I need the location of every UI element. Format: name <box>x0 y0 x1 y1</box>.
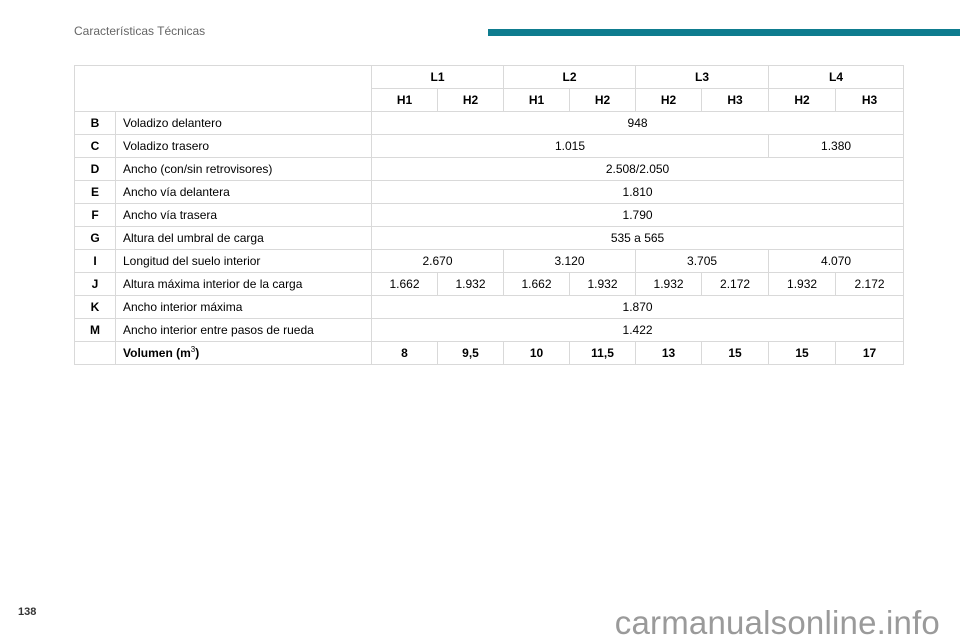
height-header-cell: H2 <box>635 88 703 112</box>
table-row: C Voladizo trasero 1.015 1.380 <box>74 134 905 158</box>
dimension-label: Ancho vía delantera <box>115 180 372 204</box>
dimension-value: 2.670 <box>370 249 505 273</box>
table-row: J Altura máxima interior de la carga 1.6… <box>74 272 905 296</box>
dimension-code: D <box>74 157 116 181</box>
page-number: 138 <box>18 606 37 618</box>
dimension-value: 1.662 <box>371 272 438 296</box>
volume-value: 11,5 <box>569 341 637 365</box>
dimension-value: 1.932 <box>635 272 703 296</box>
volume-value: 8 <box>371 341 438 365</box>
height-header-cell: H2 <box>569 88 637 112</box>
volume-value: 9,5 <box>436 341 505 365</box>
table-row: B Voladizo delantero 948 <box>74 111 905 135</box>
dimension-code: M <box>74 318 116 342</box>
dimension-value: 1.870 <box>370 295 905 319</box>
volume-code-blank <box>74 341 116 365</box>
table-row: E Ancho vía delantera 1.810 <box>74 180 905 204</box>
volume-label-close: ) <box>195 346 200 360</box>
height-header-cell: H3 <box>701 88 770 112</box>
dimension-label: Voladizo delantero <box>115 111 372 135</box>
height-header-cell: H3 <box>835 88 905 112</box>
dimension-code: F <box>74 203 116 227</box>
dimension-value: 4.070 <box>768 249 905 273</box>
dimension-code: B <box>74 111 116 135</box>
dimension-value: 1.932 <box>436 272 505 296</box>
height-header-cell: H1 <box>503 88 571 112</box>
dimension-code: I <box>74 249 116 273</box>
dimension-value: 1.422 <box>370 318 905 342</box>
volume-value: 15 <box>701 341 770 365</box>
table-row: M Ancho interior entre pasos de rueda 1.… <box>74 318 905 342</box>
volume-value: 10 <box>503 341 571 365</box>
dimension-label: Ancho vía trasera <box>115 203 372 227</box>
dimension-label: Ancho (con/sin retrovisores) <box>115 157 372 181</box>
volume-row: Volumen (m3) 8 9,5 10 11,5 13 15 15 17 <box>74 341 905 365</box>
volume-label: Volumen (m3) <box>115 341 372 365</box>
dimension-value: 1.015 <box>370 134 770 158</box>
volume-value: 13 <box>635 341 703 365</box>
dimension-value: 1.932 <box>768 272 837 296</box>
header-accent-bar <box>488 29 960 36</box>
dimension-value: 535 a 565 <box>370 226 905 250</box>
length-header-cell: L1 <box>370 65 505 89</box>
dimensions-table: L1 L2 L3 L4 H1 H2 H1 H2 H2 H3 H2 H3 B Vo… <box>74 65 905 365</box>
volume-value: 15 <box>768 341 837 365</box>
table-row: K Ancho interior máxima 1.870 <box>74 295 905 319</box>
dimension-value: 1.810 <box>370 180 905 204</box>
dimension-label: Ancho interior entre pasos de rueda <box>115 318 372 342</box>
height-header-cell: H1 <box>371 88 438 112</box>
dimension-value: 1.790 <box>370 203 905 227</box>
dimension-value: 3.120 <box>503 249 637 273</box>
length-header-cell: L2 <box>503 65 637 89</box>
dimension-code: C <box>74 134 116 158</box>
section-title: Características Técnicas <box>74 24 206 38</box>
dimension-code: J <box>74 272 116 296</box>
volume-label-text: Volumen (m <box>123 346 191 360</box>
length-header-row: L1 L2 L3 L4 <box>74 65 905 112</box>
height-header-cell: H2 <box>436 88 505 112</box>
dimension-code: K <box>74 295 116 319</box>
dimension-value: 1.932 <box>569 272 637 296</box>
volume-value: 17 <box>835 341 905 365</box>
dimension-label: Altura del umbral de carga <box>115 226 372 250</box>
dimension-value: 3.705 <box>635 249 770 273</box>
length-header-cell: L4 <box>768 65 905 89</box>
header-blank-cell <box>74 65 372 112</box>
dimension-code: E <box>74 180 116 204</box>
dimension-value: 2.508/2.050 <box>370 157 905 181</box>
dimension-label: Longitud del suelo interior <box>115 249 372 273</box>
dimension-value: 948 <box>370 111 905 135</box>
table-row: G Altura del umbral de carga 535 a 565 <box>74 226 905 250</box>
dimension-label: Altura máxima interior de la carga <box>115 272 372 296</box>
length-header-cell: L3 <box>635 65 770 89</box>
table-row: D Ancho (con/sin retrovisores) 2.508/2.0… <box>74 157 905 181</box>
dimension-value: 1.662 <box>503 272 571 296</box>
dimension-value: 2.172 <box>701 272 770 296</box>
site-watermark: carmanualsonline.info <box>614 604 940 641</box>
dimension-code: G <box>74 226 116 250</box>
dimension-label: Voladizo trasero <box>115 134 372 158</box>
height-header-cell: H2 <box>768 88 837 112</box>
table-row: I Longitud del suelo interior 2.670 3.12… <box>74 249 905 273</box>
dimension-value: 1.380 <box>768 134 905 158</box>
table-row: F Ancho vía trasera 1.790 <box>74 203 905 227</box>
dimension-value: 2.172 <box>835 272 905 296</box>
dimension-label: Ancho interior máxima <box>115 295 372 319</box>
